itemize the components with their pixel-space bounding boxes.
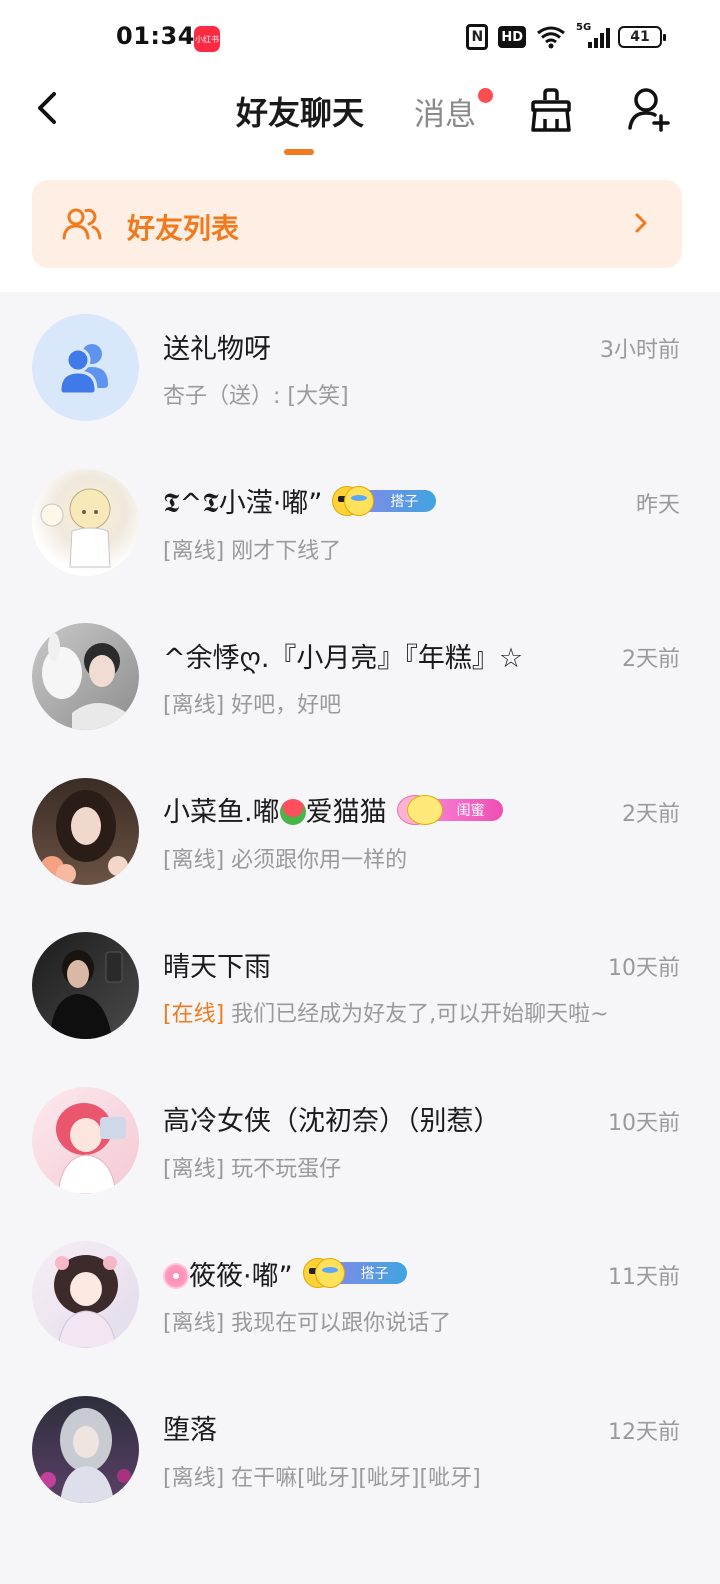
avatar <box>32 1241 139 1348</box>
friend-list-label: 好友列表 <box>127 212 240 245</box>
battery-icon: 41 <box>618 26 666 48</box>
chat-time: 11天前 <box>608 1265 680 1290</box>
chat-item[interactable]: 𝕿^𝕿小滢·嘟” 搭子 昨天 [离线] 刚才下线了 <box>0 447 720 602</box>
avatar <box>32 623 139 730</box>
photo-with-plush-image <box>42 633 127 730</box>
chat-time: 3小时前 <box>600 338 680 363</box>
chat-name: 送礼物呀 <box>163 333 271 365</box>
partner-badge: 搭子 <box>302 1258 407 1288</box>
chat-item[interactable]: 筱筱·嘟” 搭子 11天前 [离线] 我现在可以跟你说话了 <box>0 1219 720 1374</box>
star-eyes-emoji-icon <box>314 1258 345 1288</box>
chat-name: 小菜鱼.嘟 爱猫猫 <box>163 797 387 828</box>
chat-name: 晴天下雨 <box>163 951 271 983</box>
chat-time: 昨天 <box>635 492 680 518</box>
friends-icon <box>62 208 102 240</box>
cellular-signal-icon: 5G <box>576 22 610 50</box>
back-arrow-icon[interactable] <box>30 88 66 128</box>
group-avatar <box>32 314 139 421</box>
chat-list: 送礼物呀 3小时前 杏子（送）: [大笑] 𝕿^𝕿小滢·嘟” 搭子 昨天 [离线… <box>0 292 720 1528</box>
friend-list-banner[interactable]: 好友列表 <box>32 180 682 268</box>
mirror-selfie-image <box>50 950 123 1039</box>
chat-preview: [离线] 在干嘛[呲牙][呲牙][呲牙] <box>163 1465 481 1491</box>
chat-time: 10天前 <box>608 956 680 981</box>
tab-messages[interactable]: 消息 <box>414 89 476 134</box>
chat-preview: [离线] 好吧，好吧 <box>163 693 342 718</box>
chat-time: 2天前 <box>622 801 680 827</box>
chat-preview: [在线] 我们已经成为好友了,可以开始聊天啦~ <box>163 1002 609 1027</box>
unread-dot <box>478 88 493 103</box>
chat-name: 筱筱·嘟” <box>163 1254 293 1293</box>
chat-item[interactable]: 高冷女侠（沈初奈）（别惹） 10天前 [离线] 玩不玩蛋仔 <box>0 1065 720 1220</box>
broom-clean-icon[interactable] <box>528 86 574 134</box>
chat-name: ^余悸ღ.『小月亮』『年糕』☆ <box>163 642 524 674</box>
chat-name: 高冷女侠（沈初奈）（别惹） <box>163 1106 501 1137</box>
app-notification-icon: 小红书 <box>194 26 220 52</box>
cherry-blossom-emoji-icon <box>163 1262 189 1289</box>
chat-name: 𝕿^𝕿小滢·嘟” <box>163 488 323 519</box>
chat-time: 10天前 <box>608 1110 680 1136</box>
chevron-right-icon <box>635 213 647 233</box>
chat-preview: [离线] 玩不玩蛋仔 <box>163 1156 342 1182</box>
group-icon <box>58 344 108 396</box>
chat-item[interactable]: 送礼物呀 3小时前 杏子（送）: [大笑] <box>0 292 720 447</box>
chat-preview: [离线] 必须跟你用一样的 <box>163 847 408 873</box>
chat-time: 12天前 <box>608 1419 680 1445</box>
chat-item[interactable]: 晴天下雨 10天前 [在线] 我们已经成为好友了,可以开始聊天啦~ <box>0 910 720 1065</box>
active-tab-indicator <box>284 149 314 155</box>
chat-name: 堕落 <box>163 1415 217 1446</box>
tab-friend-chat[interactable]: 好友聊天 <box>236 88 364 134</box>
portrait-with-flowers-image <box>40 789 128 884</box>
chat-preview: 杏子（送）: [大笑] <box>163 384 349 409</box>
partner-badge: 搭子 <box>332 485 437 516</box>
chat-preview: [离线] 刚才下线了 <box>163 538 342 564</box>
chat-item[interactable]: 小菜鱼.嘟 爱猫猫 闺蜜 2天前 [离线] 必须跟你用一样的 <box>0 756 720 911</box>
avatar <box>32 777 139 885</box>
chat-item[interactable]: ^余悸ღ.『小月亮』『年糕』☆ 2天前 [离线] 好吧，好吧 <box>0 601 720 756</box>
status-bar: 01:34 小红书 N HD 5G 41 <box>0 0 720 80</box>
wing-emoji-icon <box>406 794 443 825</box>
online-status: [在线] <box>163 1002 225 1027</box>
avatar <box>32 932 139 1039</box>
anime-sketch-image <box>40 488 111 567</box>
avatar <box>32 468 139 576</box>
hd-icon: HD <box>498 26 526 48</box>
avatar <box>32 1395 139 1503</box>
watermelon-emoji-icon <box>279 799 306 825</box>
anime-girl-image <box>56 1102 126 1194</box>
silver-hair-character-image <box>40 1407 131 1503</box>
wifi-icon <box>537 26 565 49</box>
add-friend-icon[interactable] <box>626 86 672 134</box>
star-eyes-emoji-icon <box>344 485 375 516</box>
chat-time: 2天前 <box>622 647 680 672</box>
anime-doll-image <box>54 1255 118 1348</box>
status-time: 01:34 <box>116 22 195 50</box>
chat-preview: [离线] 我现在可以跟你说话了 <box>163 1311 452 1336</box>
bestie-badge: 闺蜜 <box>396 794 503 825</box>
nfc-icon: N <box>466 24 489 50</box>
avatar <box>32 1086 139 1194</box>
chat-item[interactable]: 堕落 12天前 [离线] 在干嘛[呲牙][呲牙][呲牙] <box>0 1374 720 1529</box>
